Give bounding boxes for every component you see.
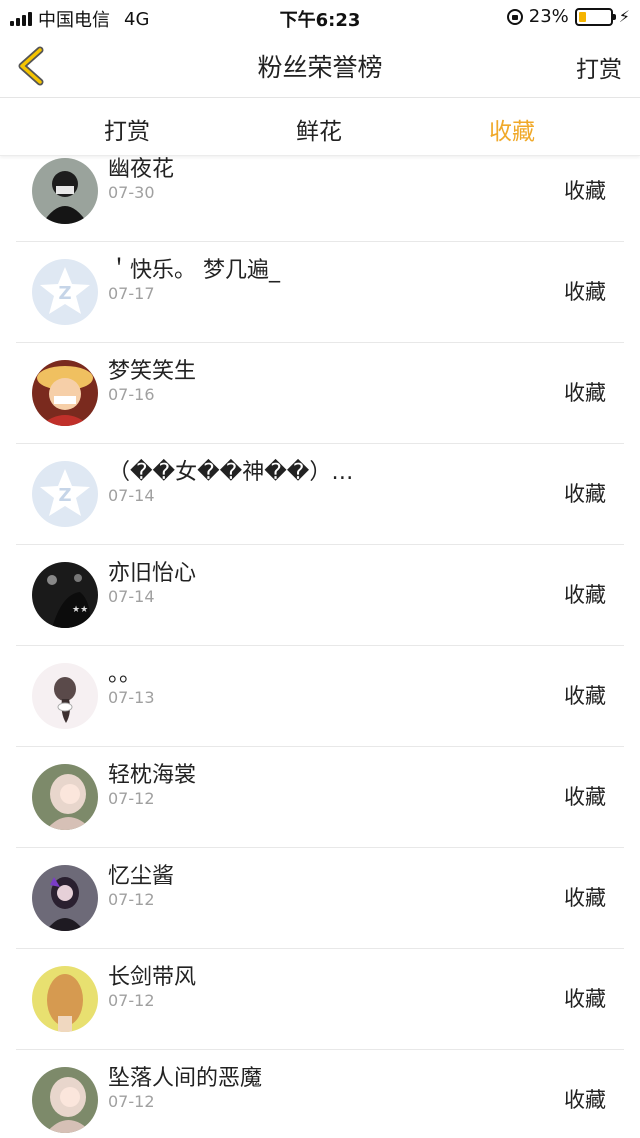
avatar[interactable]: Z [32, 259, 98, 325]
fan-date: 07-13 [108, 688, 155, 707]
fan-date: 07-12 [108, 1092, 155, 1111]
avatar[interactable]: ★★ [32, 562, 98, 628]
collect-label: 收藏 [564, 280, 606, 304]
list-item[interactable]: 幽夜花 07-30 收藏 [16, 156, 624, 242]
battery-percent: 23% [528, 6, 569, 27]
collect-label: 收藏 [564, 785, 606, 809]
list-item[interactable]: 坠落人间的恶魔 07-12 收藏 [16, 1050, 624, 1138]
collect-label: 收藏 [564, 1088, 606, 1112]
list-item[interactable]: 轻枕海裳 07-12 收藏 [16, 747, 624, 848]
charging-icon: ⚡ [618, 7, 630, 26]
fan-name: 坠落人间的恶魔 [108, 1066, 263, 1091]
collect-label: 收藏 [564, 583, 606, 607]
avatar[interactable] [32, 158, 98, 224]
fan-name: 长剑带风 [108, 965, 197, 990]
avatar[interactable] [32, 966, 98, 1032]
fan-name: 忆尘酱 [108, 864, 175, 889]
list-item[interactable]: 忆尘酱 07-12 收藏 [16, 848, 624, 949]
avatar[interactable] [32, 360, 98, 426]
fan-name: 梦笑笑生 [108, 359, 197, 384]
fan-date: 07-16 [108, 385, 155, 404]
avatar[interactable] [32, 663, 98, 729]
avatar[interactable]: Z [32, 461, 98, 527]
fan-name: 幽夜花 [108, 157, 175, 182]
collect-label: 收藏 [564, 482, 606, 506]
tab-bar: 打赏 鲜花 收藏 [0, 98, 640, 156]
status-bar: 中国电信 4G 下午6:23 23% ⚡ [0, 0, 640, 34]
page-title: 粉丝荣誉榜 [257, 53, 383, 82]
avatar[interactable] [32, 865, 98, 931]
collect-label: 收藏 [564, 684, 606, 708]
fan-date: 07-14 [108, 486, 155, 505]
fan-name: 轻枕海裳 [108, 763, 197, 788]
svg-text:Z: Z [58, 485, 71, 506]
avatar[interactable] [32, 1067, 98, 1133]
tab-reward[interactable]: 打赏 [67, 112, 187, 146]
avatar[interactable] [32, 764, 98, 830]
list-item[interactable]: 长剑带风 07-12 收藏 [16, 949, 624, 1050]
svg-text:★★: ★★ [72, 605, 88, 615]
list-item[interactable]: ★★ 亦旧怡心 07-14 收藏 [16, 545, 624, 646]
collect-label: 收藏 [564, 987, 606, 1011]
tab-flowers[interactable]: 鲜花 [259, 112, 379, 146]
fan-date: 07-30 [108, 183, 155, 202]
fan-date: 07-12 [108, 789, 155, 808]
fan-date: 07-12 [108, 890, 155, 909]
battery-icon [574, 7, 616, 26]
fan-date: 07-12 [108, 991, 155, 1010]
status-right: 23% ⚡ [506, 6, 630, 27]
svg-text:Z: Z [58, 283, 71, 304]
fan-list: 幽夜花 07-30 收藏 Z ＇快乐。 梦几遍_ 07-17 收藏 梦笑笑生 07-16 收藏 Z （… [0, 156, 640, 1138]
collect-label: 收藏 [564, 886, 606, 910]
collect-label: 收藏 [564, 381, 606, 405]
fan-name: （��女��神��）… [108, 460, 354, 485]
collect-label: 收藏 [564, 179, 606, 203]
list-item[interactable]: 梦笑笑生 07-16 收藏 [16, 343, 624, 444]
reward-button[interactable]: 打赏 [576, 50, 622, 84]
orientation-lock-icon [506, 8, 523, 25]
list-item[interactable]: Z ＇快乐。 梦几遍_ 07-17 收藏 [16, 242, 624, 343]
fan-date: 07-17 [108, 284, 155, 303]
fan-name: ＇快乐。 梦几遍_ [108, 258, 280, 283]
fan-name: 亦旧怡心 [108, 561, 197, 586]
list-item[interactable]: Z （��女��神��）… 07-14 收藏 [16, 444, 624, 545]
tab-collect[interactable]: 收藏 [452, 112, 572, 146]
fan-date: 07-14 [108, 587, 155, 606]
nav-bar: 粉丝荣誉榜 打赏 [0, 34, 640, 98]
list-item[interactable]: 。。 07-13 收藏 [16, 646, 624, 747]
fan-name: 。。 [108, 662, 142, 687]
